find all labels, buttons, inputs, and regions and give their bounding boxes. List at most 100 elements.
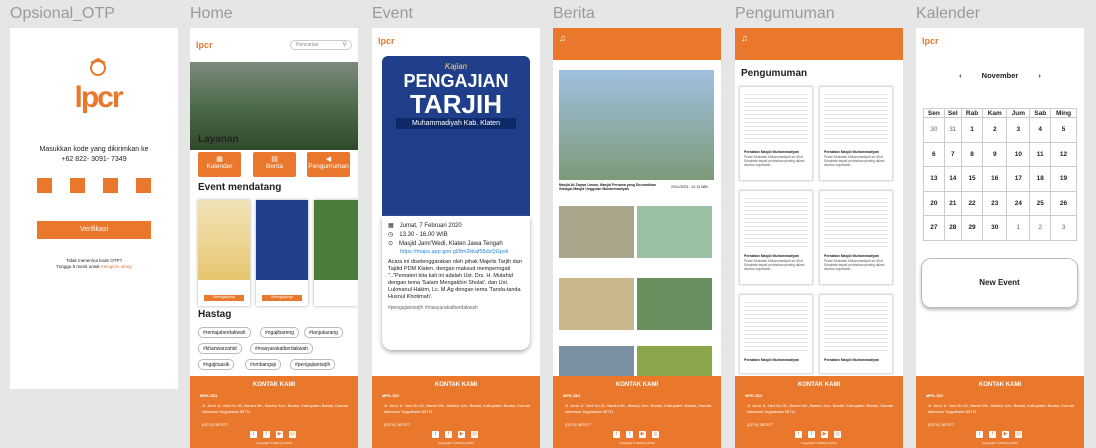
announcement-card[interactable]: Peralatan Masjid Muhammadiyah [739,294,813,374]
otp-digit-3[interactable] [103,178,118,193]
facebook-icon[interactable]: f [989,431,996,438]
day-cell[interactable]: 26 [1050,190,1077,216]
day-cell[interactable]: 10 [1006,141,1031,167]
hashtag-chip[interactable]: #ngajibareng [260,327,299,338]
event-card[interactable] [314,200,358,306]
day-cell[interactable]: 25 [1029,190,1052,216]
footer: KONTAK KAMI MPK-SDI Jl. Jend. A. Yani No… [372,376,540,448]
instagram-icon[interactable]: ◎ [471,431,478,438]
twitter-icon[interactable]: t [250,431,257,438]
announcement-card[interactable]: Peralatan Masjid Muhammadiyah Pesan Mudah… [819,190,893,285]
hashtag-chip[interactable]: #ombangaji [245,359,281,370]
day-cell[interactable]: 8 [960,141,984,167]
service-berita[interactable]: ▤ Berita [253,152,296,177]
hashtag-chip[interactable]: #tanjukarang [304,327,343,338]
instagram-icon[interactable]: ◎ [834,431,841,438]
otp-wait: Tunggu 5 menit untuk mengirim ulang [56,264,132,269]
service-kalender[interactable]: ▦ Kalender [198,152,241,177]
day-cell[interactable]: 6 [923,141,945,167]
announcement-card[interactable]: Peralatan Masjid Muhammadiyah Pesan Mudah… [739,190,813,285]
day-cell[interactable]: 12 [1050,141,1077,167]
hashtag-chip[interactable]: #pengajiantarjih [290,359,336,370]
day-cell[interactable]: 28 [943,215,962,241]
otp-digit-4[interactable] [136,178,151,193]
service-pengumuman[interactable]: ◀ Pengumuman [307,152,350,177]
news-thumb[interactable] [559,278,634,330]
announcement-card[interactable]: Peralatan Masjid Muhammadiyah Pesan Mudah… [739,86,813,181]
day-cell[interactable]: 15 [960,166,984,192]
event-more-button[interactable]: Selengkapnya [204,295,244,301]
news-thumb[interactable] [559,206,634,258]
event-more-button[interactable]: Selengkapnya [262,295,302,301]
day-cell[interactable]: 27 [923,215,945,241]
day-cell[interactable]: 1 [960,117,984,143]
event-card[interactable]: Selengkapnya [198,200,250,306]
hashtag-chip[interactable]: #ngajituasik [198,359,235,370]
new-event-button[interactable]: New Event [921,258,1078,308]
day-cell[interactable]: 17 [1006,166,1031,192]
bell-icon[interactable]: ♫ [559,33,566,43]
day-cell[interactable]: 18 [1029,166,1052,192]
instagram-icon[interactable]: ◎ [1015,431,1022,438]
map-link[interactable]: https://maps.app.goo.gl/8m2kkqf58dzQGpsk [388,249,524,255]
logo-emblem-icon [90,57,106,76]
day-cell[interactable]: 3 [1006,117,1031,143]
day-cell[interactable]: 29 [960,215,984,241]
twitter-icon[interactable]: t [432,431,439,438]
day-cell[interactable]: 4 [1029,117,1052,143]
prev-month-icon[interactable]: ‹ [959,71,962,80]
day-cell[interactable]: 9 [982,141,1008,167]
twitter-icon[interactable]: t [795,431,802,438]
instagram-icon[interactable]: ◎ [289,431,296,438]
twitter-icon[interactable]: t [976,431,983,438]
day-cell[interactable]: 11 [1029,141,1052,167]
hashtag-chip[interactable]: #khanwarzahid [198,343,242,354]
next-month-icon[interactable]: › [1038,71,1041,80]
event-card[interactable]: Selengkapnya [256,200,308,306]
youtube-icon[interactable]: ▶ [276,431,283,438]
event-hashtags[interactable]: #pengajiantarjih #masyarakatberdakwah [388,305,524,311]
youtube-icon[interactable]: ▶ [639,431,646,438]
day-cell[interactable]: 14 [943,166,962,192]
facebook-icon[interactable]: f [263,431,270,438]
facebook-icon[interactable]: f [626,431,633,438]
day-cell[interactable]: 22 [960,190,984,216]
verify-button[interactable]: Verifikasi [37,221,151,239]
day-cell[interactable]: 7 [943,141,962,167]
announcement-card[interactable]: Peralatan Masjid Muhammadiyah Pesan Mudah… [819,86,893,181]
day-cell[interactable]: 21 [943,190,962,216]
otp-digit-1[interactable] [37,178,52,193]
headline-title[interactable]: Masjid At-Taqwa Umum, Masjid Pertama yan… [559,183,659,191]
youtube-icon[interactable]: ▶ [458,431,465,438]
day-cell[interactable]: 3 [1050,215,1077,241]
youtube-icon[interactable]: ▶ [821,431,828,438]
day-cell[interactable]: 20 [923,190,945,216]
day-cell[interactable]: 5 [1050,117,1077,143]
twitter-icon[interactable]: t [613,431,620,438]
instagram-icon[interactable]: ◎ [652,431,659,438]
day-cell[interactable]: 31 [943,117,962,143]
day-cell[interactable]: 30 [923,117,945,143]
announcement-card[interactable]: Peralatan Masjid Muhammadiyah [819,294,893,374]
day-cell[interactable]: 2 [982,117,1008,143]
day-cell[interactable]: 19 [1050,166,1077,192]
headline-image[interactable] [559,70,714,180]
otp-digit-2[interactable] [70,178,85,193]
facebook-icon[interactable]: f [445,431,452,438]
youtube-icon[interactable]: ▶ [1002,431,1009,438]
news-thumb[interactable] [637,206,712,258]
day-cell[interactable]: 13 [923,166,945,192]
bell-icon[interactable]: ♫ [741,33,748,43]
day-cell[interactable]: 2 [1029,215,1052,241]
day-cell[interactable]: 24 [1006,190,1031,216]
day-cell[interactable]: 30 [982,215,1008,241]
day-cell[interactable]: 23 [982,190,1008,216]
news-thumb[interactable] [637,278,712,330]
hashtag-chip[interactable]: #remajaberdakwah [198,327,251,338]
day-cell[interactable]: 16 [982,166,1008,192]
hashtag-chip[interactable]: #masyarakatberdakwah [250,343,314,354]
resend-link[interactable]: mengirim ulang [101,264,132,269]
facebook-icon[interactable]: f [808,431,815,438]
day-cell[interactable]: 1 [1006,215,1031,241]
search-input[interactable]: Pencarian ⚲ [290,40,352,50]
